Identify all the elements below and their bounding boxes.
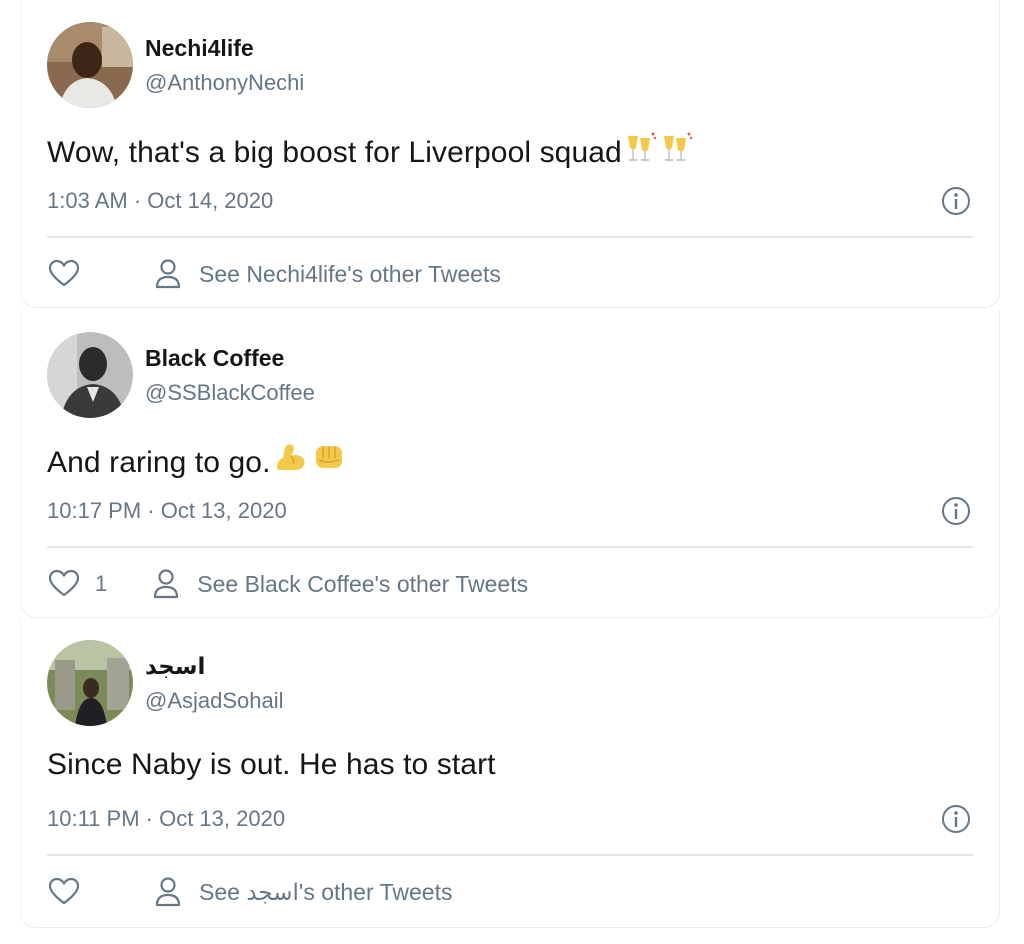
heart-icon xyxy=(48,259,80,287)
tweet-card[interactable]: Nechi4life @AnthonyNechi Wow, that's a b… xyxy=(20,0,1000,308)
tweet-body: And raring to go. xyxy=(47,446,271,479)
info-icon[interactable] xyxy=(941,496,971,526)
person-icon xyxy=(154,569,179,599)
see-other-tweets-label: See Black Coffee's other Tweets xyxy=(197,570,529,597)
see-other-tweets-link[interactable]: See اسجد's other Tweets xyxy=(153,875,452,909)
heart-icon xyxy=(48,569,80,597)
divider xyxy=(47,854,973,856)
divider xyxy=(47,546,973,548)
info-icon[interactable] xyxy=(941,804,971,834)
tweet-timestamp[interactable]: 10:17 PM · Oct 13, 2020 xyxy=(47,498,287,524)
like-button[interactable]: 1 xyxy=(47,567,107,601)
tweet-body: Wow, that's a big boost for Liverpool sq… xyxy=(47,136,622,169)
tweet-body: Since Naby is out. He has to start xyxy=(47,748,496,781)
avatar[interactable] xyxy=(47,22,133,108)
like-count: 1 xyxy=(95,571,108,596)
tweet-actions: See اسجد's other Tweets xyxy=(47,874,452,910)
tweet-card[interactable]: اسجد @AsjadSohail Since Naby is out. He … xyxy=(20,618,1000,928)
see-other-tweets-link[interactable]: See Nechi4life's other Tweets xyxy=(153,257,501,291)
avatar[interactable] xyxy=(47,640,133,726)
see-other-tweets-link[interactable]: See Black Coffee's other Tweets xyxy=(151,567,528,601)
display-name[interactable]: اسجد xyxy=(145,653,205,680)
tweet-text: Wow, that's a big boost for Liverpool sq… xyxy=(47,130,694,172)
oncoming-fist-emoji xyxy=(311,440,347,482)
display-name[interactable]: Nechi4life xyxy=(145,35,254,62)
user-handle[interactable]: @SSBlackCoffee xyxy=(145,380,315,406)
tweet-actions: 1 See Black Coffee's other Tweets xyxy=(47,566,528,602)
tweet-timestamp[interactable]: 1:03 AM · Oct 14, 2020 xyxy=(47,188,273,214)
user-handle[interactable]: @AsjadSohail xyxy=(145,688,284,714)
like-button[interactable] xyxy=(47,875,95,909)
clinking-glasses-emoji xyxy=(624,130,658,172)
tweet-card[interactable]: Black Coffee @SSBlackCoffee And raring t… xyxy=(20,310,1000,618)
clinking-glasses-emoji xyxy=(660,130,694,172)
avatar[interactable] xyxy=(47,332,133,418)
heart-icon xyxy=(48,877,80,905)
like-button[interactable] xyxy=(47,257,95,291)
display-name[interactable]: Black Coffee xyxy=(145,345,284,372)
tweet-text: Since Naby is out. He has to start xyxy=(47,748,496,782)
divider xyxy=(47,236,973,238)
flexed-biceps-emoji xyxy=(273,440,309,482)
tweet-text: And raring to go. xyxy=(47,440,347,482)
user-handle[interactable]: @AnthonyNechi xyxy=(145,70,304,96)
see-other-tweets-label: See Nechi4life's other Tweets xyxy=(199,260,501,287)
tweet-timestamp[interactable]: 10:11 PM · Oct 13, 2020 xyxy=(47,806,285,832)
see-other-tweets-label: See اسجد's other Tweets xyxy=(199,878,453,905)
tweet-actions: See Nechi4life's other Tweets xyxy=(47,256,501,292)
person-icon xyxy=(155,877,181,907)
person-icon xyxy=(155,259,181,289)
info-icon[interactable] xyxy=(941,186,971,216)
